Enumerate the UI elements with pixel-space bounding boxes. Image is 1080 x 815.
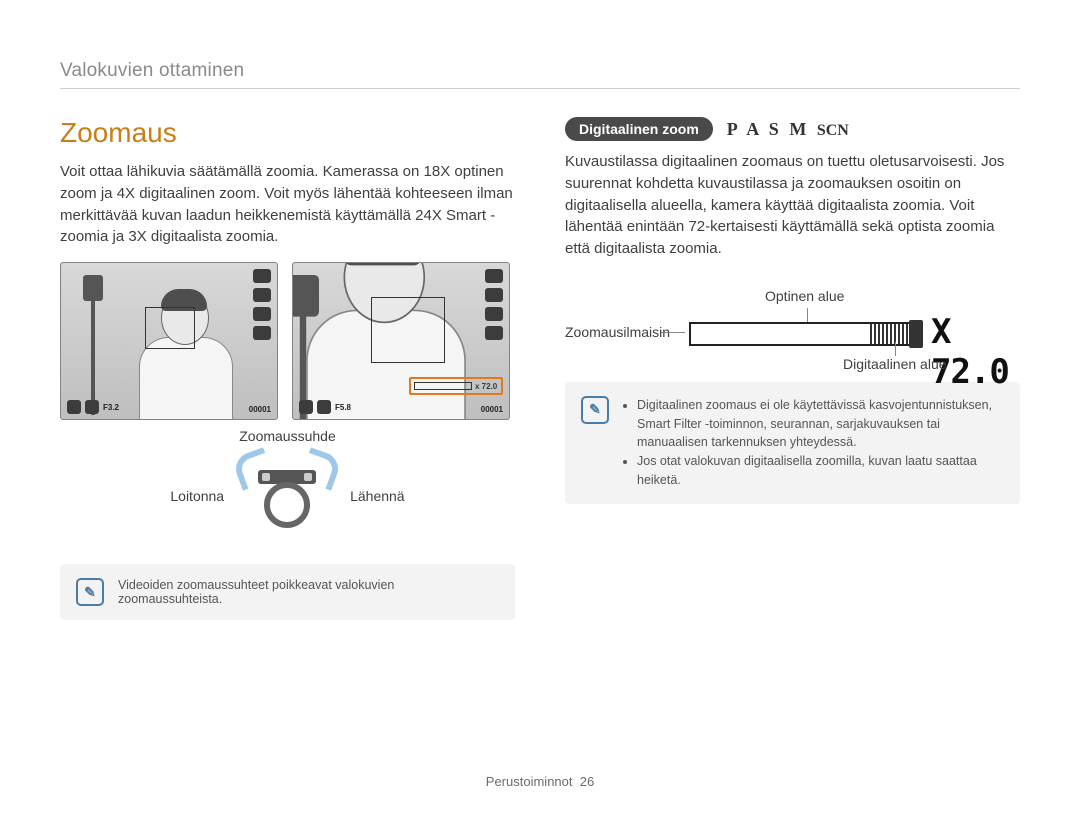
note-box: ✎ Videoiden zoomaussuhteet poikkeavat va… — [60, 564, 515, 620]
leader-line — [895, 342, 896, 356]
note-box: ✎ Digitaalinen zoomaus ei ole käytettävi… — [565, 382, 1020, 504]
zoom-ratio-caption: Zoomaussuhde — [60, 428, 515, 444]
zoom-ring-illustration — [242, 456, 332, 536]
zoom-bar — [689, 322, 923, 346]
breadcrumb-header: Valokuvien ottaminen — [60, 60, 1020, 82]
leader-line — [807, 308, 808, 322]
zoom-out-label: Loitonna — [170, 488, 224, 504]
mode-letters: P A S M SCN — [727, 119, 849, 140]
page-title: Zoomaus — [60, 117, 515, 149]
zoom-control-diagram: Loitonna Lähennä — [60, 456, 515, 536]
mode-pasm: P A S M — [727, 119, 810, 139]
arrow-right-icon — [299, 447, 343, 491]
zoom-in-label: Lähennä — [350, 488, 405, 504]
osd-icons-right — [253, 269, 271, 340]
note-item: Digitaalinen zoomaus ei ole käytettäviss… — [637, 396, 1004, 452]
note-list: Digitaalinen zoomaus ei ole käytettäviss… — [623, 396, 1004, 490]
zoom-thumb — [909, 320, 923, 348]
streetlamp-illustration — [83, 275, 103, 395]
optical-range-label: Optinen alue — [765, 288, 844, 304]
digital-zoom-heading: Digitaalinen zoom P A S M SCN — [565, 117, 1020, 141]
zoom-indicator-value: x 72.0 — [475, 382, 497, 391]
divider — [60, 88, 1020, 89]
footer-section: Perustoiminnot — [486, 774, 573, 789]
left-column: Zoomaus Voit ottaa lähikuvia säätämällä … — [60, 117, 515, 620]
osd-bottom: F3.2 00001 — [67, 400, 271, 414]
right-column: Digitaalinen zoom P A S M SCN Kuvaustila… — [565, 117, 1020, 620]
zoom-bar-diagram: Optinen alue Zoomausilmaisin X 72.0 Digi… — [565, 288, 1020, 368]
osd-icons-right — [485, 269, 503, 340]
photo-wide: F3.2 00001 — [60, 262, 278, 420]
focus-frame — [371, 297, 445, 363]
digital-zoom-paragraph: Kuvaustilassa digitaalinen zoomaus on tu… — [565, 151, 1020, 260]
footer-page-number: 26 — [580, 774, 594, 789]
focus-frame — [145, 307, 195, 349]
osd-bottom: F5.8 00001 — [299, 400, 503, 414]
digital-zoom-pill: Digitaalinen zoom — [565, 117, 713, 141]
note-item: Jos otat valokuvan digitaalisella zoomil… — [637, 452, 1004, 490]
note-icon: ✎ — [76, 578, 104, 606]
arrow-left-icon — [231, 447, 275, 491]
zoom-indicator-label: Zoomausilmaisin — [565, 324, 670, 340]
photo-zoomed: x 72.0 F5.8 00001 — [292, 262, 510, 420]
page-footer: Perustoiminnot 26 — [0, 774, 1080, 789]
digital-range-label: Digitaalinen alue — [843, 356, 947, 372]
example-photos: F3.2 00001 x 72.0 F5.8 00001 — [60, 262, 515, 420]
zoom-indicator-callout: x 72.0 — [409, 377, 503, 395]
intro-paragraph: Voit ottaa lähikuvia säätämällä zoomia. … — [60, 161, 515, 248]
zoom-multiplier-readout: X 72.0 — [931, 312, 1020, 392]
note-icon: ✎ — [581, 396, 609, 424]
optical-segment — [691, 324, 870, 344]
leader-line — [661, 332, 685, 333]
mode-scn: SCN — [817, 122, 849, 139]
note-text: Videoiden zoomaussuhteet poikkeavat valo… — [118, 578, 499, 606]
